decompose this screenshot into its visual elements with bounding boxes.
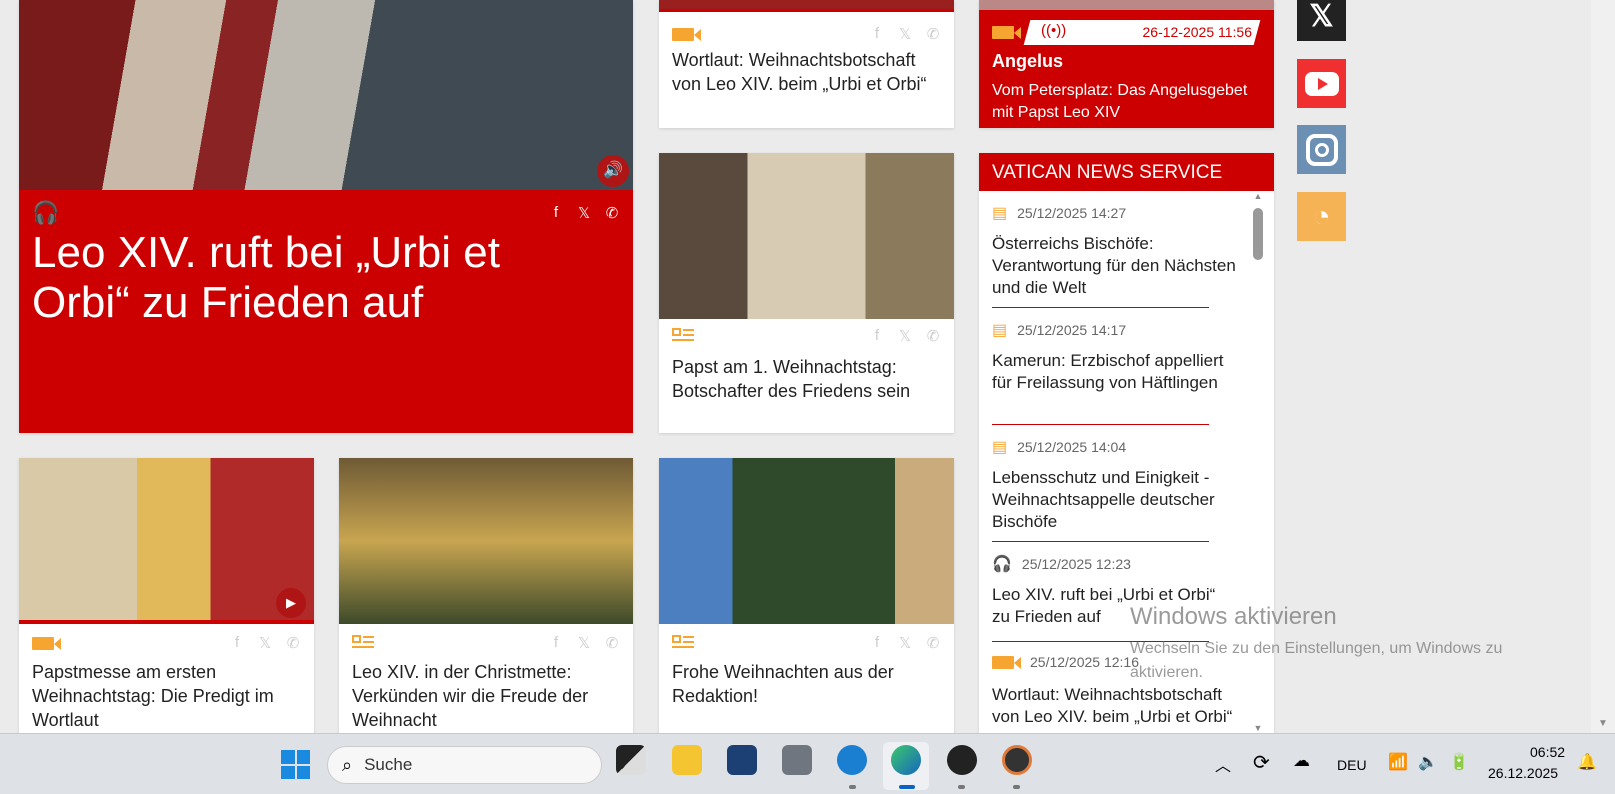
- article-image[interactable]: [659, 458, 954, 624]
- live-datetime: 26-12-2025 11:56: [1142, 24, 1253, 40]
- video-icon: [672, 27, 701, 41]
- volume-icon[interactable]: 🔈: [1418, 752, 1438, 772]
- rss-icon[interactable]: ◔: [1297, 192, 1346, 241]
- whatsapp-icon[interactable]: ✆: [604, 634, 620, 652]
- whatsapp-icon[interactable]: ✆: [925, 634, 941, 652]
- instagram-icon[interactable]: [1297, 125, 1346, 174]
- facebook-icon[interactable]: f: [869, 327, 885, 345]
- x-icon[interactable]: 𝕏: [897, 634, 913, 652]
- clock-time[interactable]: 06:52: [1530, 744, 1565, 760]
- media-player-icon[interactable]: [1002, 745, 1032, 775]
- article-card[interactable]: ▶ f 𝕏 ✆ Papstmesse am ersten Weihnachtstag…: [19, 458, 314, 738]
- article-icon: [672, 635, 694, 651]
- item-date: 25/12/2025 12:23: [1021, 556, 1131, 572]
- article-title[interactable]: Frohe Weihnachten aus der Redaktion!: [672, 660, 941, 708]
- item-date: 25/12/2025 14:27: [1017, 205, 1127, 221]
- hero-title[interactable]: Leo XIV. ruft bei „Urbi et Orbi“ zu Frie…: [32, 228, 592, 328]
- language-indicator[interactable]: DEU: [1337, 757, 1367, 773]
- video-icon: [32, 636, 61, 650]
- video-icon: [992, 26, 1021, 39]
- play-icon[interactable]: ▶: [276, 588, 306, 618]
- file-explorer-icon[interactable]: [672, 745, 702, 775]
- facebook-icon[interactable]: f: [229, 634, 245, 652]
- activation-watermark: Windows aktivieren Wechseln Sie zu den E…: [1130, 603, 1570, 685]
- openoffice-icon[interactable]: [837, 745, 867, 775]
- vns-header: VATICAN NEWS SERVICE: [979, 153, 1274, 191]
- whatsapp-icon[interactable]: ✆: [925, 25, 941, 43]
- chevron-up-icon[interactable]: ︿: [1215, 752, 1231, 776]
- search-placeholder: Suche: [364, 755, 413, 774]
- list-item[interactable]: ▤ 25/12/2025 14:27 Österreichs Bischöfe: V…: [979, 191, 1239, 308]
- article-icon: ▤: [992, 205, 1008, 222]
- youtube-icon[interactable]: [1297, 59, 1346, 108]
- battery-icon[interactable]: 🔋: [1449, 752, 1469, 772]
- item-date: 25/12/2025 14:17: [1017, 322, 1127, 338]
- sync-icon[interactable]: ⟳: [1253, 750, 1270, 775]
- notification-bell-icon[interactable]: 🔔: [1577, 752, 1597, 772]
- item-title[interactable]: Lebensschutz und Einigkeit - Weihnachtsa…: [992, 467, 1237, 533]
- edge-icon[interactable]: [891, 745, 921, 775]
- article-title[interactable]: Papstmesse am ersten Weihnachtstag: Die …: [32, 660, 301, 732]
- onedrive-off-icon[interactable]: ☁: [1293, 751, 1310, 771]
- speaker-icon[interactable]: 🔊: [597, 155, 629, 187]
- hero-card[interactable]: 🔊 🎧 f 𝕏 ✆ Leo XIV. ruft bei „Urbi et Orbi“…: [19, 0, 633, 433]
- item-title[interactable]: Wortlaut: Weihnachtsbotschaft von Leo XI…: [992, 684, 1237, 728]
- facebook-icon[interactable]: f: [869, 25, 885, 43]
- task-view-icon[interactable]: [616, 745, 646, 775]
- x-social-icon[interactable]: 𝕏: [1297, 0, 1346, 41]
- live-title[interactable]: Angelus: [992, 51, 1063, 72]
- article-image[interactable]: [339, 458, 633, 624]
- search-icon: ⌕: [342, 754, 353, 775]
- facebook-icon[interactable]: f: [548, 634, 564, 652]
- whatsapp-icon[interactable]: ✆: [925, 327, 941, 345]
- ms-store-icon[interactable]: [727, 745, 757, 775]
- headphones-icon: 🎧: [32, 200, 60, 225]
- article-icon: ▤: [992, 439, 1008, 456]
- item-title[interactable]: Kamerun: Erzbischof appelliert für Freil…: [992, 350, 1237, 394]
- headphones-icon: 🎧: [992, 556, 1012, 573]
- watermark-subtitle: Wechseln Sie zu den Einstellungen, um Wi…: [1130, 640, 1503, 681]
- article-title[interactable]: Leo XIV. in der Christmette: Verkünden w…: [352, 660, 620, 732]
- article-card[interactable]: f 𝕏 ✆ Frohe Weihnachten aus der Redaktion!: [659, 458, 954, 738]
- item-date: 25/12/2025 14:04: [1017, 439, 1127, 455]
- x-icon[interactable]: 𝕏: [257, 634, 273, 652]
- whatsapp-icon[interactable]: ✆: [285, 634, 301, 652]
- x-icon[interactable]: 𝕏: [897, 25, 913, 43]
- article-card[interactable]: f 𝕏 ✆ Leo XIV. in der Christmette: Verkünd…: [339, 458, 633, 738]
- article-title[interactable]: Papst am 1. Weihnachtstag: Botschafter d…: [672, 355, 941, 403]
- article-card[interactable]: f 𝕏 ✆ Wortlaut: Weihnachtsbotschaft von Le…: [659, 0, 954, 128]
- x-icon[interactable]: 𝕏: [897, 327, 913, 345]
- page-scrollbar[interactable]: ▼: [1591, 0, 1615, 733]
- start-button[interactable]: [281, 750, 310, 779]
- wifi-icon[interactable]: 📶: [1388, 752, 1408, 772]
- camera-icon[interactable]: [782, 745, 812, 775]
- article-image[interactable]: [659, 153, 954, 319]
- live-broadcast-icon: ((•)): [1041, 22, 1067, 39]
- article-icon: [352, 635, 374, 651]
- x-icon[interactable]: 𝕏: [576, 204, 592, 222]
- item-title[interactable]: Österreichs Bischöfe: Verantwortung für …: [992, 233, 1237, 299]
- article-title[interactable]: Wortlaut: Weihnachtsbotschaft von Leo XI…: [672, 48, 941, 96]
- facebook-icon[interactable]: f: [869, 634, 885, 652]
- video-icon: [992, 655, 1021, 669]
- hero-image[interactable]: [19, 0, 633, 190]
- obs-icon[interactable]: [947, 745, 977, 775]
- watermark-title: Windows aktivieren: [1130, 603, 1337, 630]
- facebook-icon[interactable]: f: [548, 204, 564, 222]
- article-icon: [672, 328, 694, 344]
- list-item[interactable]: ▤ 25/12/2025 14:17 Kamerun: Erzbischof app…: [979, 308, 1239, 425]
- clock-date[interactable]: 26.12.2025: [1488, 765, 1558, 781]
- article-icon: ▤: [992, 322, 1008, 339]
- list-item[interactable]: ▤ 25/12/2025 14:04 Lebensschutz und Einigk…: [979, 425, 1239, 542]
- article-image[interactable]: [19, 458, 314, 624]
- scrollbar-thumb[interactable]: [1253, 208, 1263, 260]
- item-date: 25/12/2025 12:16: [1030, 654, 1139, 670]
- x-icon[interactable]: 𝕏: [576, 634, 592, 652]
- taskbar-search[interactable]: ⌕ Suche: [327, 746, 602, 784]
- whatsapp-icon[interactable]: ✆: [604, 204, 620, 222]
- live-description[interactable]: Vom Petersplatz: Das Angelusgebet mit Pa…: [992, 80, 1262, 124]
- article-image[interactable]: [659, 0, 954, 12]
- article-card[interactable]: f 𝕏 ✆ Papst am 1. Weihnachtstag: Botschaft…: [659, 153, 954, 433]
- live-card[interactable]: ((•)) 26-12-2025 11:56 Angelus Vom Peter…: [979, 0, 1274, 128]
